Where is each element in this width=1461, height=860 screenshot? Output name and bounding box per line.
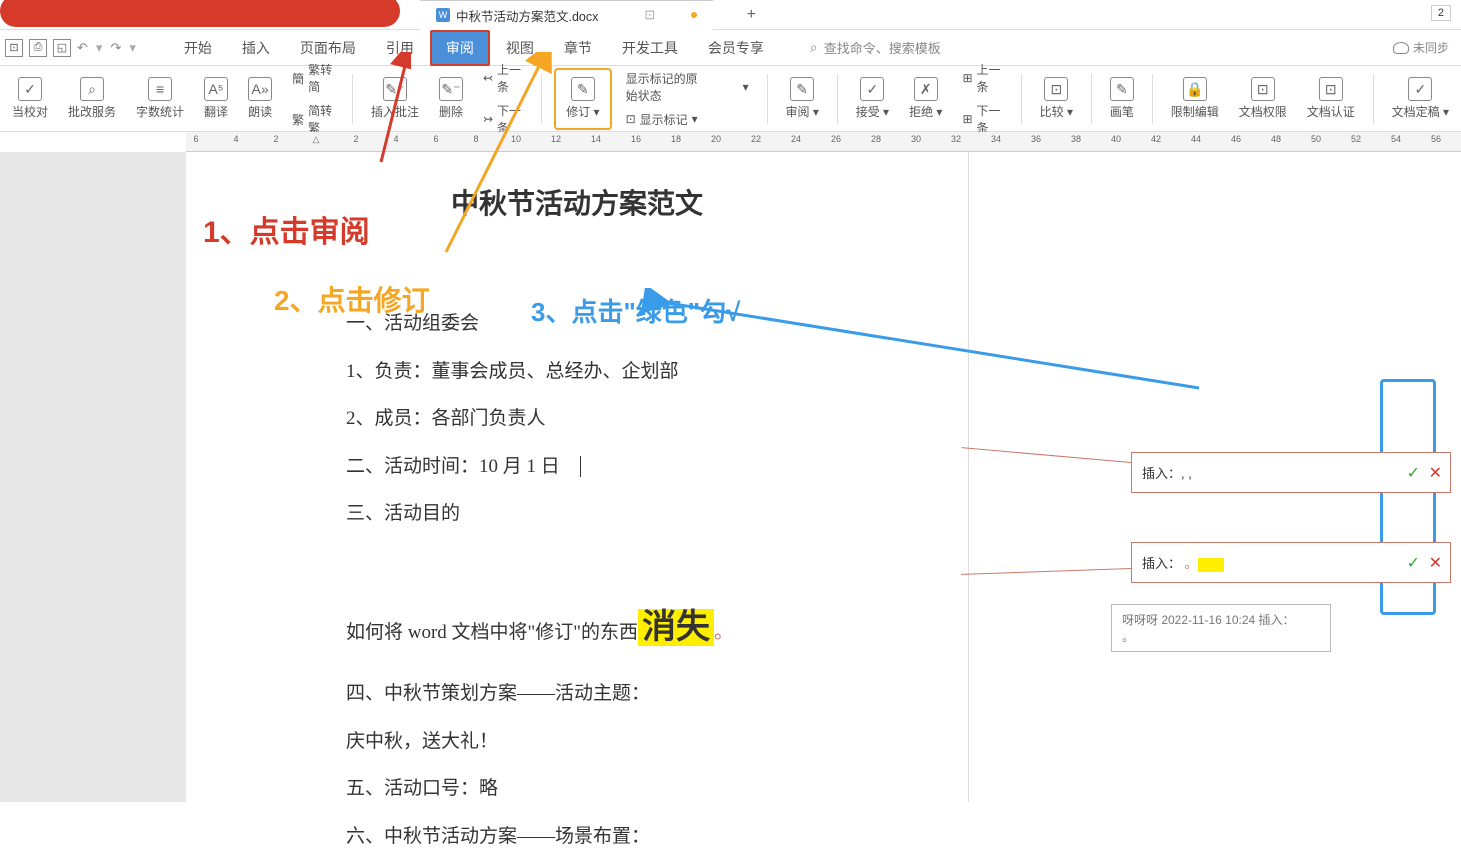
new-tab-button[interactable]: + — [743, 0, 759, 30]
accept-change-icon[interactable]: ✓ — [1407, 463, 1420, 483]
document-area: 中秋节活动方案范文 1、点击审阅 2、点击修订 3、点击"绿色"勾√ 一、活动组… — [0, 152, 1461, 802]
pen-button[interactable]: ✎画笔 — [1104, 73, 1140, 124]
doc-permission-button[interactable]: ⊡文档权限 — [1233, 73, 1293, 124]
delete-comment-button[interactable]: ✎⁻删除 — [433, 73, 469, 124]
menu-member[interactable]: 会员专享 — [694, 32, 778, 64]
horizontal-ruler[interactable]: 6 4 2 △ 2 4 6 8 10 12 14 16 18 20 22 24 … — [186, 132, 1461, 152]
annotation-2: 2、点击修订 — [274, 279, 430, 319]
track-display-mode[interactable]: 显示标记的原始状态▾ — [620, 68, 755, 106]
document-tab[interactable]: W 中秋节活动方案范文.docx ⊡ — [420, 0, 713, 30]
comments-panel: 插入：, , ✓ ✕ 插入： 。 ✓ ✕ 呀呀呀 2022-11-16 10:2… — [968, 152, 1461, 802]
comment-text: 插入：, , — [1142, 466, 1192, 481]
menu-chapters[interactable]: 章节 — [550, 32, 606, 64]
cloud-icon — [1393, 42, 1409, 54]
qat-preview-icon[interactable]: ◱ — [53, 39, 71, 57]
menu-home[interactable]: 开始 — [170, 32, 226, 64]
document-page[interactable]: 中秋节活动方案范文 1、点击审阅 2、点击修订 3、点击"绿色"勾√ 一、活动组… — [186, 152, 968, 802]
qat-save-icon[interactable]: ⊡ — [5, 39, 23, 57]
comment-text: 插入： — [1142, 556, 1181, 571]
show-markup-button[interactable]: ⊡显示标记 ▾ — [620, 109, 755, 130]
qat-undo-icon[interactable]: ↶ — [77, 40, 88, 56]
accept-change-icon[interactable]: ✓ — [1407, 553, 1420, 573]
tab-title: 中秋节活动方案范文.docx — [456, 6, 598, 25]
quick-access-toolbar: ⊡ ⎙ ◱ ↶ ▾ ↷ ▾ — [5, 39, 138, 57]
comment-highlight-swatch — [1198, 558, 1224, 572]
window-control-icon[interactable]: ⊡ — [644, 7, 655, 23]
insert-comment-button[interactable]: ✎⁺插入批注 — [365, 73, 425, 124]
wordcount-button[interactable]: ≡字数统计 — [130, 73, 190, 124]
doc-cert-button[interactable]: ⊡文档认证 — [1301, 73, 1361, 124]
review-service-button[interactable]: ⌕批改服务 — [62, 73, 122, 124]
search-icon: ⌕ — [810, 39, 818, 56]
title-bar: W 中秋节活动方案范文.docx ⊡ + 2 — [0, 0, 1461, 30]
ribbon-toolbar: ✓当校对 ⌕批改服务 ≡字数统计 A⁵翻译 A»朗读 簡繁转简 繁简转繁 ✎⁺插… — [0, 66, 1461, 132]
read-button[interactable]: A»朗读 — [242, 73, 278, 124]
menu-insert[interactable]: 插入 — [228, 32, 284, 64]
connector-line — [962, 447, 1131, 463]
qat-redo-icon[interactable]: ↷ — [110, 40, 121, 56]
doc-line: 如何将 word 文档中将"修订"的东西消失。 — [346, 585, 918, 670]
menu-bar: ⊡ ⎙ ◱ ↶ ▾ ↷ ▾ 开始 插入 页面布局 引用 审阅 视图 章节 开发工… — [0, 30, 1461, 66]
comment-balloon-1[interactable]: 插入：, , ✓ ✕ — [1131, 452, 1451, 493]
qat-print-icon[interactable]: ⎙ — [29, 39, 47, 57]
compare-button[interactable]: ⊡比较 ▾ — [1034, 73, 1079, 124]
command-search[interactable]: ⌕ 查找命令、搜索模板 — [810, 38, 1456, 57]
connector-line — [961, 568, 1131, 575]
revision-tooltip: 呀呀呀 2022-11-16 10:24 插入：。 — [1111, 604, 1331, 652]
search-placeholder: 查找命令、搜索模板 — [824, 38, 941, 57]
unsaved-indicator — [691, 12, 697, 18]
sync-label: 未同步 — [1413, 39, 1449, 56]
doc-line: 五、活动口号：略 — [346, 765, 918, 813]
page-number-indicator[interactable]: 2 — [1431, 5, 1451, 21]
reject-change-icon[interactable]: ✕ — [1429, 463, 1442, 483]
menu-references[interactable]: 引用 — [372, 32, 428, 64]
trad-to-simp-button[interactable]: 簡繁转简 — [286, 59, 340, 97]
doc-line: 1、负责：董事会成员、总经办、企划部 — [346, 348, 918, 396]
proofing-button[interactable]: ✓当校对 — [6, 73, 54, 124]
review-button[interactable]: ✎审阅 ▾ — [779, 73, 824, 124]
doc-line: 二、活动时间：10 月 1 日 — [346, 443, 918, 491]
tracking-highlight-box: ✎修订 ▾ — [554, 68, 611, 130]
accept-button[interactable]: ✓接受 ▾ — [850, 73, 895, 124]
doc-line: 六、中秋节活动方案——场景布置： — [346, 813, 918, 860]
sync-status[interactable]: 未同步 — [1393, 39, 1449, 56]
comment-balloon-2[interactable]: 插入： 。 ✓ ✕ — [1131, 542, 1451, 583]
redacted-area — [0, 0, 400, 27]
reject-change-icon[interactable]: ✕ — [1429, 553, 1442, 573]
doc-finalize-button[interactable]: ✓文档定稿 ▾ — [1386, 73, 1455, 124]
prev-comment-button[interactable]: ↢上一条 — [477, 59, 529, 97]
doc-line — [346, 538, 918, 586]
reject-button[interactable]: ✗拒绝 ▾ — [903, 73, 948, 124]
highlight-text: 消失 — [638, 609, 714, 646]
annotation-1: 1、点击审阅 — [203, 207, 370, 251]
menu-devtools[interactable]: 开发工具 — [608, 32, 692, 64]
doc-line: 四、中秋节策划方案——活动主题： — [346, 670, 918, 718]
restrict-edit-button[interactable]: 🔒限制编辑 — [1165, 73, 1225, 124]
annotation-3: 3、点击"绿色"勾√ — [531, 292, 740, 329]
doc-line: 三、活动目的 — [346, 490, 918, 538]
word-doc-icon: W — [436, 8, 450, 22]
doc-line: 庆中秋，送大礼！ — [346, 718, 918, 766]
doc-line: 2、成员：各部门负责人 — [346, 395, 918, 443]
prev-change-button[interactable]: ⊞上一条 — [956, 59, 1008, 97]
tracking-button[interactable]: ✎修订 ▾ — [560, 73, 605, 124]
translate-button[interactable]: A⁵翻译 — [198, 73, 234, 124]
left-gutter — [0, 152, 186, 802]
